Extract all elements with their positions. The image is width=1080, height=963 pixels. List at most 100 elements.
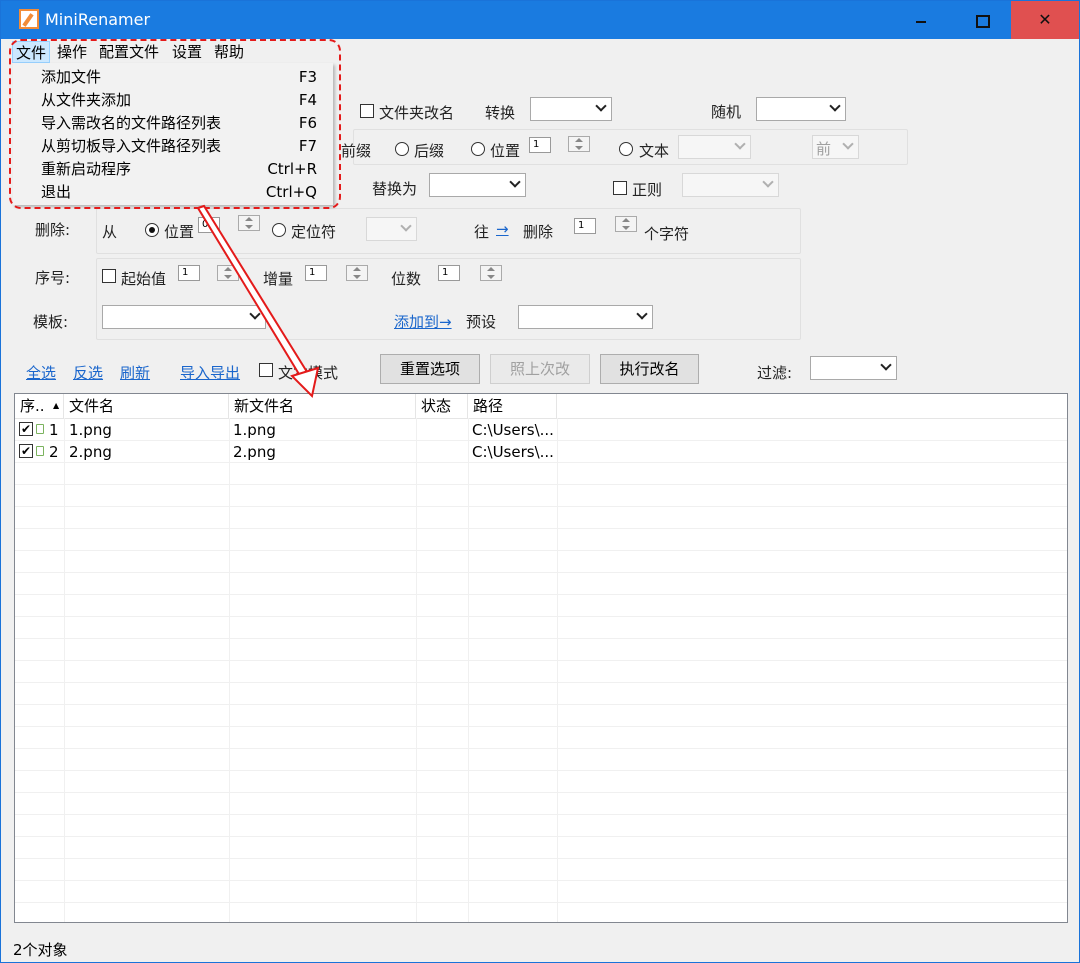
text-radio[interactable] <box>619 142 633 156</box>
row-gridline <box>15 638 1067 639</box>
import-export-link[interactable]: 导入导出 <box>180 362 240 383</box>
file-list[interactable]: 序.. ▲ 文件名 新文件名 状态 路径 ✔ 1 1.png 1.png C:\U… <box>14 393 1068 923</box>
row-checkbox[interactable]: ✔ <box>19 444 33 458</box>
increment-input[interactable]: 1 <box>305 265 327 281</box>
text-select[interactable] <box>678 135 751 159</box>
file-icon <box>36 446 44 456</box>
delete-position-label: 位置 <box>164 223 195 241</box>
menu-operation[interactable]: 操作 <box>54 41 90 63</box>
suffix-radio[interactable] <box>395 142 409 156</box>
row-gridline <box>15 880 1067 881</box>
row-gridline <box>15 528 1067 529</box>
filter-select[interactable] <box>810 356 897 380</box>
menu-item-import-path-list[interactable]: 导入需改名的文件路径列表 F6 <box>41 112 321 135</box>
preset-label: 预设 <box>466 313 497 331</box>
digits-stepper[interactable] <box>480 265 502 281</box>
file-icon <box>36 424 44 434</box>
filter-label: 过滤: <box>757 364 793 382</box>
file-dropdown-menu: 添加文件 F3 从文件夹添加 F4 导入需改名的文件路径列表 F6 从剪切板导入文件路… <box>13 63 333 205</box>
add-to-link[interactable]: 添加到→ <box>394 311 452 332</box>
regex-checkbox[interactable] <box>613 181 627 195</box>
row-number: 1 <box>49 421 59 439</box>
replace-with-label: 替换为 <box>372 180 418 198</box>
locator-radio[interactable] <box>272 223 286 237</box>
delete-count-input[interactable]: 1 <box>574 218 596 234</box>
menu-item-shortcut: F6 <box>298 114 317 132</box>
position-stepper[interactable] <box>568 136 590 152</box>
minimize-button[interactable] <box>891 1 951 39</box>
start-value-label: 起始值 <box>121 270 167 288</box>
row-checkbox[interactable]: ✔ <box>19 422 33 436</box>
menu-item-import-clipboard[interactable]: 从剪切板导入文件路径列表 F7 <box>41 135 321 158</box>
suffix-label: 后缀 <box>414 142 445 160</box>
delete-position-radio[interactable] <box>145 223 159 237</box>
execute-rename-button[interactable]: 执行改名 <box>600 354 699 384</box>
row-gridline <box>15 616 1067 617</box>
menu-item-label: 导入需改名的文件路径列表 <box>41 114 222 132</box>
increment-stepper[interactable] <box>346 265 368 281</box>
column-gridline <box>416 418 417 922</box>
column-header-new-name[interactable]: 新文件名 <box>229 394 416 418</box>
prefix-label: 前缀 <box>341 142 372 160</box>
row-gridline <box>15 858 1067 859</box>
start-value-input[interactable]: 1 <box>178 265 200 281</box>
menu-item-shortcut: Ctrl+R <box>267 160 317 178</box>
random-label: 随机 <box>711 103 742 121</box>
folder-rename-checkbox[interactable] <box>360 104 374 118</box>
front-value: 前 <box>816 140 832 158</box>
column-header-path[interactable]: 路径 <box>468 394 557 418</box>
row-gridline <box>15 726 1067 727</box>
delete-position-input[interactable]: 0 <box>198 217 220 233</box>
column-header-status[interactable]: 状态 <box>416 394 468 418</box>
delete-position-stepper[interactable] <box>238 215 260 231</box>
sort-asc-icon: ▲ <box>53 401 60 410</box>
regex-select[interactable] <box>682 173 779 197</box>
row-new-name: 1.png <box>233 421 276 439</box>
template-select[interactable] <box>102 305 266 329</box>
row-gridline <box>15 550 1067 551</box>
random-select[interactable] <box>756 97 846 121</box>
row-gridline <box>15 902 1067 903</box>
menu-file[interactable]: 文件 <box>12 41 51 63</box>
text-mode-checkbox[interactable] <box>259 363 273 377</box>
position-label: 位置 <box>490 142 521 160</box>
row-gridline <box>15 484 1067 485</box>
convert-select[interactable] <box>530 97 612 121</box>
menu-item-label: 从剪切板导入文件路径列表 <box>41 137 222 155</box>
column-gridline <box>557 418 558 922</box>
convert-label: 转换 <box>485 104 516 122</box>
replace-with-select[interactable] <box>429 173 526 197</box>
redo-last-button[interactable]: 照上次改 <box>490 354 590 384</box>
menu-help[interactable]: 帮助 <box>211 41 247 63</box>
menu-item-restart[interactable]: 重新启动程序 Ctrl+R <box>41 158 321 181</box>
menu-item-add-file[interactable]: 添加文件 F3 <box>41 66 321 89</box>
front-select[interactable]: 前 <box>812 135 859 159</box>
select-all-link[interactable]: 全选 <box>26 362 56 383</box>
row-gridline <box>15 814 1067 815</box>
start-value-checkbox[interactable] <box>102 269 116 283</box>
locator-label: 定位符 <box>291 223 337 241</box>
refresh-link[interactable]: 刷新 <box>120 362 150 383</box>
locator-select[interactable] <box>366 217 417 241</box>
row-gridline <box>15 660 1067 661</box>
start-value-stepper[interactable] <box>217 265 239 281</box>
position-radio[interactable] <box>471 142 485 156</box>
position-input[interactable]: 1 <box>529 137 551 153</box>
digits-input[interactable]: 1 <box>438 265 460 281</box>
menu-settings[interactable]: 设置 <box>169 41 205 63</box>
reset-options-button[interactable]: 重置选项 <box>380 354 480 384</box>
row-number: 2 <box>49 443 59 461</box>
menu-config[interactable]: 配置文件 <box>96 41 162 63</box>
maximize-button[interactable] <box>951 1 1011 39</box>
column-header-name[interactable]: 文件名 <box>64 394 229 418</box>
menu-item-add-folder[interactable]: 从文件夹添加 F4 <box>41 89 321 112</box>
menu-item-exit[interactable]: 退出 Ctrl+Q <box>41 181 321 204</box>
menu-item-shortcut: F7 <box>298 137 317 155</box>
close-button[interactable]: ✕ <box>1011 1 1079 39</box>
delete-count-stepper[interactable] <box>615 216 637 232</box>
column-header-number[interactable]: 序.. ▲ <box>15 394 64 418</box>
invert-selection-link[interactable]: 反选 <box>73 362 103 383</box>
menu-item-shortcut: F4 <box>298 91 317 109</box>
direction-arrow-link[interactable]: → <box>496 220 509 238</box>
preset-select[interactable] <box>518 305 653 329</box>
